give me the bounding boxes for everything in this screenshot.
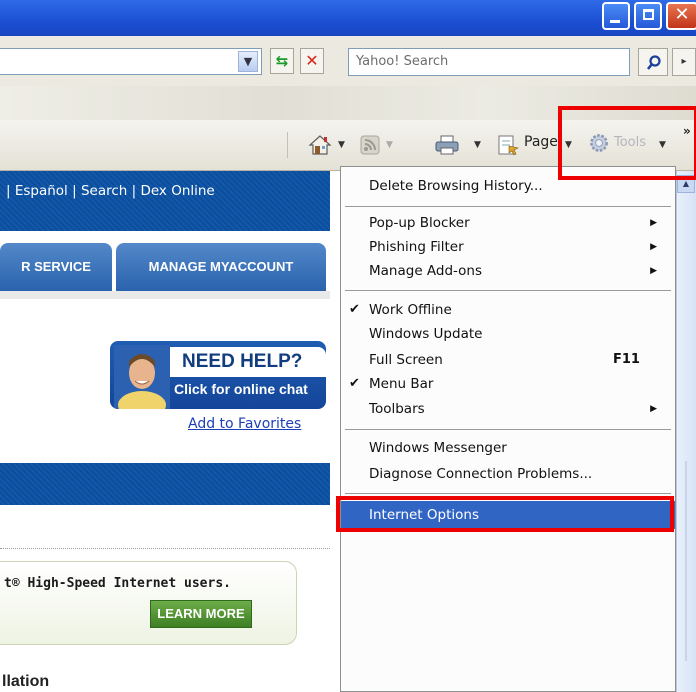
stop-button[interactable]: ✕ <box>300 48 324 74</box>
menu-item-label: Toolbars <box>369 401 425 417</box>
scroll-thumb-grip[interactable] <box>685 461 687 661</box>
menu-item-windows-messenger[interactable]: Windows Messenger <box>341 436 675 460</box>
menu-item-label: Pop-up Blocker <box>369 215 470 231</box>
search-options-button[interactable]: ▸ <box>672 48 696 76</box>
print-dropdown-arrow[interactable]: ▼ <box>474 140 481 150</box>
maximize-button[interactable] <box>634 2 662 30</box>
installation-heading: llation <box>2 673 50 690</box>
tools-highlight-box <box>558 106 696 180</box>
menu-item-shortcut: F11 <box>613 352 640 367</box>
search-button[interactable] <box>638 48 668 76</box>
top-nav-links[interactable]: | Español | Search | Dex Online <box>6 183 215 199</box>
search-placeholder: Yahoo! Search <box>356 54 449 69</box>
internet-options-highlight-box <box>336 496 674 532</box>
toolbar-separator <box>287 132 288 158</box>
tab-customer-service[interactable]: R SERVICE <box>0 243 112 291</box>
online-chat-link[interactable]: Click for online chat <box>174 381 308 397</box>
maximize-icon <box>643 9 654 20</box>
minimize-icon <box>610 20 620 23</box>
divider <box>0 291 330 299</box>
feeds-dropdown-arrow[interactable]: ▼ <box>386 140 393 150</box>
close-icon: ✕ <box>674 4 690 25</box>
menu-item-toolbars[interactable]: Toolbars ▶ <box>341 397 675 421</box>
menu-item-windows-update[interactable]: Windows Update <box>341 322 675 346</box>
minimize-button[interactable] <box>602 2 630 30</box>
chevron-up-icon: ▲ <box>682 179 690 188</box>
add-to-favorites-link[interactable]: Add to Favorites <box>188 416 301 432</box>
search-input[interactable]: Yahoo! Search <box>348 48 630 76</box>
window-title-bar: ✕ <box>0 0 696 36</box>
need-help-banner[interactable]: NEED HELP? Click for online chat <box>110 341 326 409</box>
page-icon[interactable] <box>496 134 520 156</box>
checkmark-icon: ✔ <box>349 376 360 391</box>
menu-separator <box>345 429 671 430</box>
site-tabs: R SERVICE MANAGE MYACCOUNT <box>0 231 330 291</box>
menu-separator <box>345 206 671 207</box>
rss-feed-icon[interactable] <box>360 134 380 156</box>
menu-item-label: Delete Browsing History... <box>369 178 543 194</box>
menu-item-menu-bar[interactable]: ✔ Menu Bar <box>341 372 675 396</box>
address-dropdown-button[interactable]: ▼ <box>238 51 258 72</box>
stop-icon: ✕ <box>305 51 319 70</box>
refresh-button[interactable]: ⇆ <box>270 48 294 74</box>
menu-item-label: Diagnose Connection Problems... <box>369 466 593 482</box>
menu-item-work-offline[interactable]: ✔ Work Offline <box>341 298 675 322</box>
home-icon[interactable] <box>308 134 332 156</box>
promo-box: t® High-Speed Internet users. LEARN MORE <box>0 561 297 645</box>
menu-item-label: Manage Add-ons <box>369 263 483 279</box>
refresh-icon: ⇆ <box>275 52 289 70</box>
dotted-divider <box>0 548 330 549</box>
tab-manage-myaccount[interactable]: MANAGE MYACCOUNT <box>116 243 326 291</box>
page-menu-label[interactable]: Page <box>524 134 558 150</box>
home-dropdown-arrow[interactable]: ▼ <box>338 140 345 150</box>
chevron-down-icon: ▸ <box>681 56 687 67</box>
menu-item-label: Windows Messenger <box>369 440 507 456</box>
submenu-arrow-icon: ▶ <box>650 266 657 276</box>
vertical-scrollbar[interactable]: ▲ <box>676 171 696 692</box>
submenu-arrow-icon: ▶ <box>650 218 657 228</box>
close-button[interactable]: ✕ <box>666 2 696 30</box>
chevron-down-icon: ▼ <box>243 55 253 68</box>
support-agent-photo <box>114 345 170 409</box>
address-toolbar: ▼ ⇆ ✕ Yahoo! Search ▸ <box>0 36 696 86</box>
menu-separator <box>345 290 671 291</box>
checkmark-icon: ✔ <box>349 302 360 317</box>
menu-item-popup-blocker[interactable]: Pop-up Blocker ▶ <box>341 211 675 235</box>
tools-menu: Delete Browsing History... Pop-up Blocke… <box>340 166 676 692</box>
submenu-arrow-icon: ▶ <box>650 404 657 414</box>
need-help-title: NEED HELP? <box>168 347 326 377</box>
menu-item-diagnose-connection[interactable]: Diagnose Connection Problems... <box>341 462 675 486</box>
section-banner <box>0 463 330 505</box>
menu-separator <box>345 493 671 494</box>
menu-item-label: Menu Bar <box>369 376 434 392</box>
menu-item-label: Full Screen <box>369 352 443 368</box>
menu-item-manage-add-ons[interactable]: Manage Add-ons ▶ <box>341 259 675 283</box>
menu-item-label: Work Offline <box>369 302 452 318</box>
menu-item-label: Windows Update <box>369 326 483 342</box>
menu-item-label: Phishing Filter <box>369 239 464 255</box>
site-top-nav: | Español | Search | Dex Online <box>0 171 330 231</box>
web-page-content: | Español | Search | Dex Online R SERVIC… <box>0 171 343 692</box>
menu-item-full-screen[interactable]: Full Screen F11 <box>341 348 675 372</box>
address-input[interactable]: ▼ <box>0 48 262 75</box>
menu-item-phishing-filter[interactable]: Phishing Filter ▶ <box>341 235 675 259</box>
learn-more-button[interactable]: LEARN MORE <box>150 600 252 628</box>
submenu-arrow-icon: ▶ <box>650 242 657 252</box>
printer-icon[interactable] <box>434 134 460 156</box>
promo-text: t® High-Speed Internet users. <box>4 576 231 591</box>
search-icon <box>646 55 661 70</box>
